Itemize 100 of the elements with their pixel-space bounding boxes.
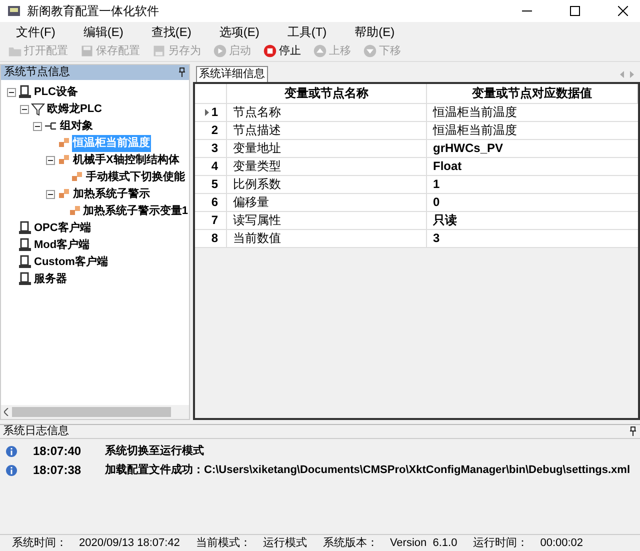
table-cell: 变量类型 (227, 158, 427, 175)
collapse-toggle[interactable] (46, 156, 54, 165)
save-icon (80, 44, 94, 58)
tree-item[interactable]: 手动模式下切换使能 (85, 169, 186, 186)
table-cell-text: 恒温柜当前温度 (432, 104, 518, 121)
row-header[interactable]: 6 (195, 194, 227, 211)
toolbar-button[interactable]: 停止 (263, 43, 301, 60)
panel-title: 系统日志信息 (3, 424, 69, 439)
table-cell-text: 恒温柜当前温度 (432, 122, 518, 139)
panel-title: 系统节点信息 (4, 64, 70, 80)
row-header[interactable]: 2 (195, 122, 227, 139)
maximize-icon[interactable] (570, 6, 580, 16)
collapse-toggle[interactable] (20, 104, 28, 114)
tree-item[interactable]: 机械手X轴控制结构体 (72, 152, 180, 169)
column-header[interactable]: 变量或节点名称 (227, 84, 427, 103)
info-icon (6, 446, 17, 457)
row-header[interactable]: 5 (195, 176, 227, 193)
link-icon (71, 171, 83, 184)
status-value: 运行模式 (262, 536, 307, 550)
tree-item[interactable]: 欧姆龙PLC (46, 101, 103, 118)
log-message: 加载配置文件成功：C:\Users\xiketang\Documents\CMSPro\XktConfigManager\bin\Debug\settings.xml (105, 462, 630, 478)
column-header[interactable]: 变量或节点对应数据值 (427, 84, 638, 103)
status-label: 系统版本： (322, 536, 378, 550)
menu-item[interactable]: 编辑(E) (83, 22, 124, 41)
row-number: 7 (211, 212, 218, 230)
table-cell: 偏移量 (227, 194, 427, 211)
row-header[interactable]: 3 (195, 140, 227, 157)
tree-item[interactable]: 加热系统子警示 (72, 186, 151, 203)
device-icon (18, 255, 32, 270)
tree-item[interactable]: 加热系统子警示变量1 (82, 203, 189, 220)
horizontal-scrollbar[interactable] (1, 404, 189, 419)
funnel-icon (31, 102, 45, 116)
table-cell-text: 只读 (432, 212, 458, 229)
row-header[interactable]: 8 (195, 230, 227, 247)
status-value: Version 6.1.0 (390, 536, 458, 550)
row-number: 2 (211, 122, 218, 140)
table-cell-text: 3 (432, 230, 441, 247)
table-cell: 比例系数 (227, 176, 427, 193)
table-cell: 变量地址 (227, 140, 427, 157)
app-icon (7, 4, 21, 18)
table-cell-text: 1 (432, 176, 441, 193)
link-icon (68, 205, 81, 218)
table-cell: 节点描述 (227, 122, 427, 139)
device-icon (18, 85, 32, 100)
table-cell: 当前数值 (227, 230, 427, 247)
status-value: 2020/09/13 18:07:42 (79, 536, 180, 550)
row-number: 6 (211, 194, 218, 212)
row-number: 1 (211, 104, 218, 122)
link-icon (58, 188, 70, 200)
device-icon (18, 221, 32, 236)
stop-icon (263, 44, 277, 58)
row-number: 8 (211, 230, 218, 248)
link-icon (58, 137, 70, 150)
status-label: 当前模式： (196, 536, 251, 550)
tree-item[interactable]: Mod客户端 (33, 237, 91, 254)
collapse-toggle[interactable] (32, 122, 42, 131)
row-pointer-icon (205, 108, 210, 116)
window-title: 新阁教育配置一体化软件 (27, 2, 159, 20)
table-cell-text: 0 (432, 194, 441, 211)
tree-item[interactable]: 组对象 (59, 118, 94, 135)
row-header[interactable]: 7 (195, 212, 227, 229)
saveas-icon (152, 44, 166, 58)
collapse-toggle[interactable] (46, 190, 54, 199)
status-value: 00:00:02 (540, 536, 584, 550)
device-icon (18, 272, 32, 286)
play-icon (213, 44, 227, 58)
pin-icon[interactable] (629, 426, 637, 436)
up-icon (313, 44, 327, 58)
log-time: 18:07:40 (33, 443, 82, 460)
row-header[interactable]: 1 (195, 104, 227, 121)
log-time: 18:07:38 (33, 462, 82, 480)
status-label: 运行时间： (473, 536, 528, 550)
tree-item[interactable]: 服务器 (33, 271, 68, 288)
pin-icon[interactable] (178, 67, 186, 78)
info-icon (6, 464, 17, 476)
table-cell-text: Float (432, 158, 463, 175)
menu-item[interactable]: 工具(T) (287, 22, 327, 41)
log-message: 系统切换至运行模式 (105, 444, 204, 459)
menu-item[interactable]: 选项(E) (219, 22, 260, 41)
tree-item[interactable]: PLC设备 (33, 84, 79, 101)
row-number: 3 (211, 140, 218, 158)
row-header[interactable]: 4 (195, 158, 227, 175)
table-cell: 节点名称 (227, 104, 427, 121)
tab[interactable]: 系统详细信息 (196, 66, 268, 82)
close-icon[interactable] (618, 6, 628, 16)
menu-item[interactable]: 文件(F) (16, 22, 56, 41)
device-icon (18, 238, 32, 252)
row-number: 4 (211, 158, 218, 176)
tree-item[interactable]: OPC客户端 (33, 220, 92, 237)
connector-icon (44, 121, 58, 132)
menu-item[interactable]: 查找(E) (151, 22, 192, 41)
tree-item[interactable]: Custom客户端 (33, 254, 109, 271)
down-icon (363, 44, 377, 58)
table-cell-text: grHWCs_PV (432, 140, 504, 157)
collapse-toggle[interactable] (6, 88, 16, 97)
menu-item[interactable]: 帮助(E) (354, 22, 395, 41)
table-cell: 读写属性 (227, 212, 427, 229)
link-icon (58, 154, 70, 166)
row-number: 5 (211, 176, 218, 194)
status-label: 系统时间： (12, 536, 67, 550)
